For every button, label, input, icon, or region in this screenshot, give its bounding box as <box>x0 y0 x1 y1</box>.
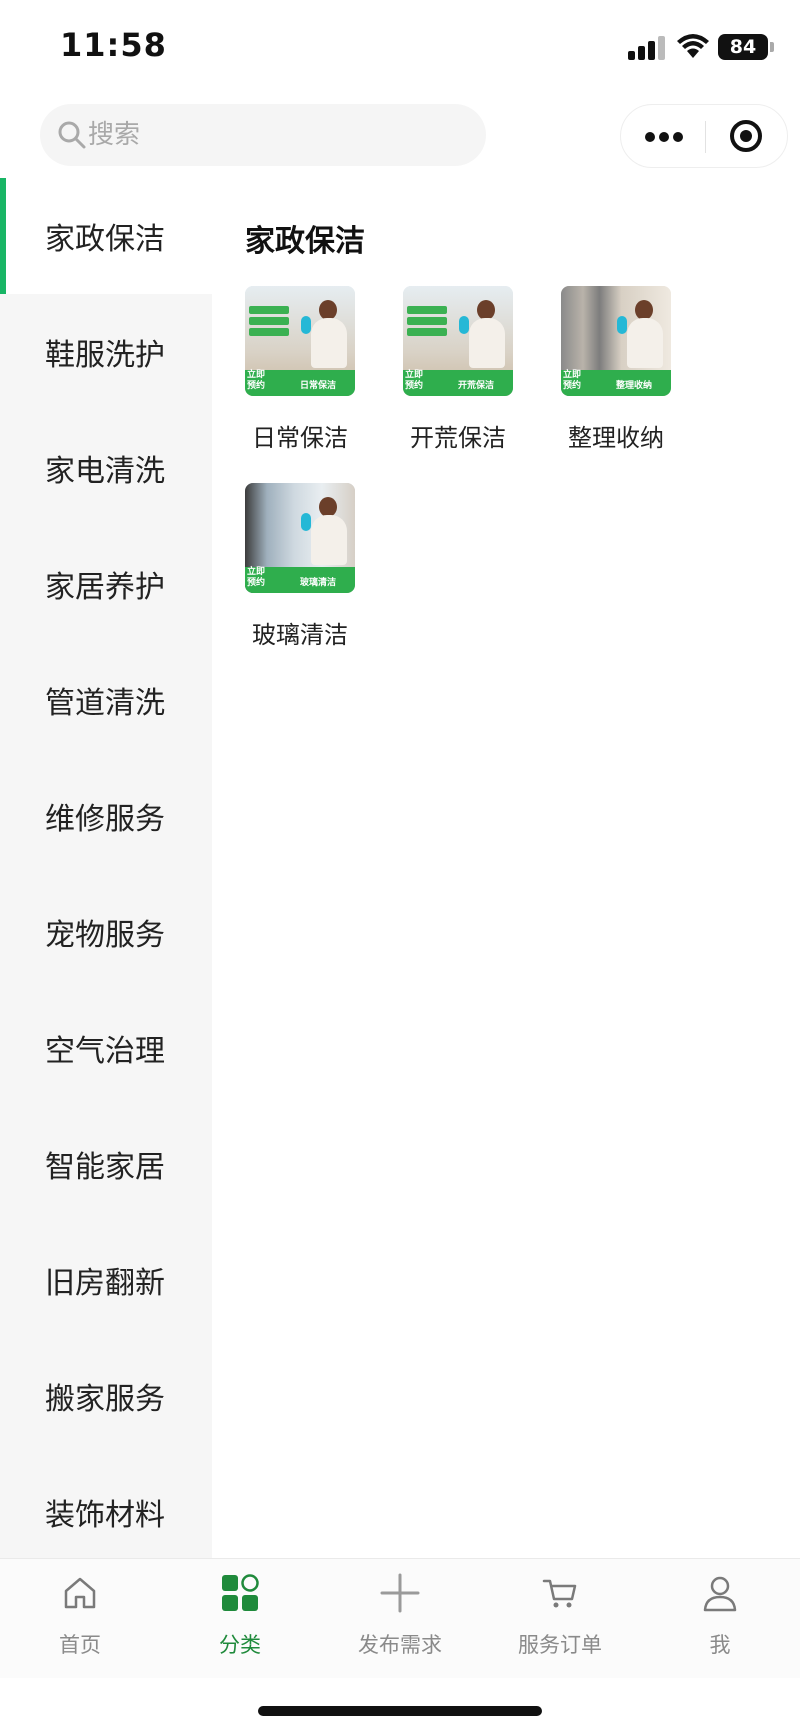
sidebar-item-home-care[interactable]: 家居养护 <box>0 526 212 642</box>
tab-label: 首页 <box>59 1633 101 1657</box>
sidebar-item-label: 管道清洗 <box>45 686 165 721</box>
sidebar-item-housekeeping[interactable]: 家政保洁 <box>0 178 212 294</box>
battery-tip <box>770 42 774 52</box>
more-menu-button[interactable] <box>621 105 705 167</box>
service-thumbnail: 立即 预约 开荒保洁 <box>403 286 513 396</box>
tab-service-orders[interactable]: 服务订单 <box>500 1573 620 1659</box>
service-label: 玻璃清洁 <box>252 621 348 649</box>
section-title: 家政保洁 <box>245 224 365 259</box>
search-icon <box>58 121 86 149</box>
sidebar-item-label: 旧房翻新 <box>45 1266 165 1301</box>
plus-icon <box>380 1573 420 1613</box>
banner-badge: 立即 预约 <box>247 567 266 588</box>
sidebar-item-label: 家电清洗 <box>45 454 165 489</box>
sidebar-item-smart-home[interactable]: 智能家居 <box>0 1106 212 1222</box>
banner-text: 玻璃清洁 <box>299 578 336 588</box>
sidebar-item-label: 空气治理 <box>45 1034 165 1069</box>
sidebar-item-decoration-materials[interactable]: 装饰材料 <box>0 1454 212 1558</box>
home-icon <box>64 1577 96 1609</box>
home-indicator[interactable] <box>258 1706 542 1716</box>
sidebar-item-renovation[interactable]: 旧房翻新 <box>0 1222 212 1338</box>
service-thumbnail: 立即 预约 玻璃清洁 <box>245 483 355 593</box>
service-item-glass-cleaning[interactable]: 立即 预约 玻璃清洁 玻璃清洁 <box>212 483 388 650</box>
close-miniprogram-button[interactable] <box>706 105 788 167</box>
service-thumbnail: 立即 预约 日常保洁 <box>245 286 355 396</box>
bottom-tab-bar: 首页 分类 发布需求 服务订单 我 <box>0 1558 800 1678</box>
banner-text: 开荒保洁 <box>457 381 494 391</box>
search-box[interactable] <box>40 104 486 166</box>
service-item-organizing[interactable]: 立即 预约 整理收纳 整理收纳 <box>528 286 704 453</box>
service-item-daily-cleaning[interactable]: 立即 预约 日常保洁 日常保洁 <box>212 286 388 453</box>
banner-text: 日常保洁 <box>299 381 336 391</box>
sidebar-item-moving[interactable]: 搬家服务 <box>0 1338 212 1454</box>
battery-icon: 84 <box>718 34 768 60</box>
tab-label: 发布需求 <box>358 1633 442 1657</box>
sidebar-item-label: 装饰材料 <box>45 1498 165 1533</box>
category-icon <box>222 1574 259 1611</box>
sidebar-item-air-treatment[interactable]: 空气治理 <box>0 990 212 1106</box>
sidebar-item-label: 搬家服务 <box>45 1382 165 1417</box>
miniprogram-capsule <box>620 104 788 168</box>
cellular-signal-icon <box>628 36 668 60</box>
sidebar-item-label: 维修服务 <box>45 802 165 837</box>
tab-label: 分类 <box>219 1633 261 1657</box>
banner-badge: 立即 预约 <box>563 370 582 391</box>
wifi-icon <box>677 34 709 58</box>
service-thumbnail: 立即 预约 整理收纳 <box>561 286 671 396</box>
tab-label: 我 <box>709 1633 731 1657</box>
service-label: 整理收纳 <box>568 424 664 452</box>
sidebar-item-label: 鞋服洗护 <box>45 338 165 373</box>
category-sidebar: 家政保洁 鞋服洗护 家电清洗 家居养护 管道清洗 维修服务 宠物服务 空气治理 … <box>0 178 212 1558</box>
service-label: 日常保洁 <box>252 424 348 452</box>
sidebar-item-repair[interactable]: 维修服务 <box>0 758 212 874</box>
tab-me[interactable]: 我 <box>660 1573 780 1659</box>
service-item-deep-cleaning[interactable]: 立即 预约 开荒保洁 开荒保洁 <box>370 286 546 453</box>
sidebar-item-appliance-cleaning[interactable]: 家电清洗 <box>0 410 212 526</box>
tab-home[interactable]: 首页 <box>20 1573 140 1659</box>
tab-label: 服务订单 <box>518 1633 602 1657</box>
sidebar-item-pipe-cleaning[interactable]: 管道清洗 <box>0 642 212 758</box>
banner-badge: 立即 预约 <box>247 370 266 391</box>
sidebar-item-label: 家居养护 <box>45 570 165 605</box>
search-input[interactable] <box>88 104 468 166</box>
cart-icon <box>542 1579 577 1608</box>
sidebar-item-laundry[interactable]: 鞋服洗护 <box>0 294 212 410</box>
sidebar-item-label: 家政保洁 <box>45 222 165 257</box>
tab-post-request[interactable]: 发布需求 <box>340 1573 460 1659</box>
banner-text: 整理收纳 <box>615 381 652 391</box>
category-content: 家政保洁 立即 预约 日常保洁 日常保洁 立即 预约 开荒保洁 开荒保洁 立即 … <box>212 178 800 1558</box>
sidebar-item-label: 宠物服务 <box>45 918 165 953</box>
status-time: 11:58 <box>60 26 167 64</box>
sidebar-item-pet-service[interactable]: 宠物服务 <box>0 874 212 990</box>
service-label: 开荒保洁 <box>410 424 506 452</box>
banner-badge: 立即 预约 <box>405 370 424 391</box>
user-icon <box>703 1576 737 1612</box>
status-bar: 11:58 84 <box>0 0 800 96</box>
tab-category[interactable]: 分类 <box>180 1573 300 1659</box>
sidebar-item-label: 智能家居 <box>45 1150 165 1185</box>
target-icon-dot <box>740 130 752 142</box>
